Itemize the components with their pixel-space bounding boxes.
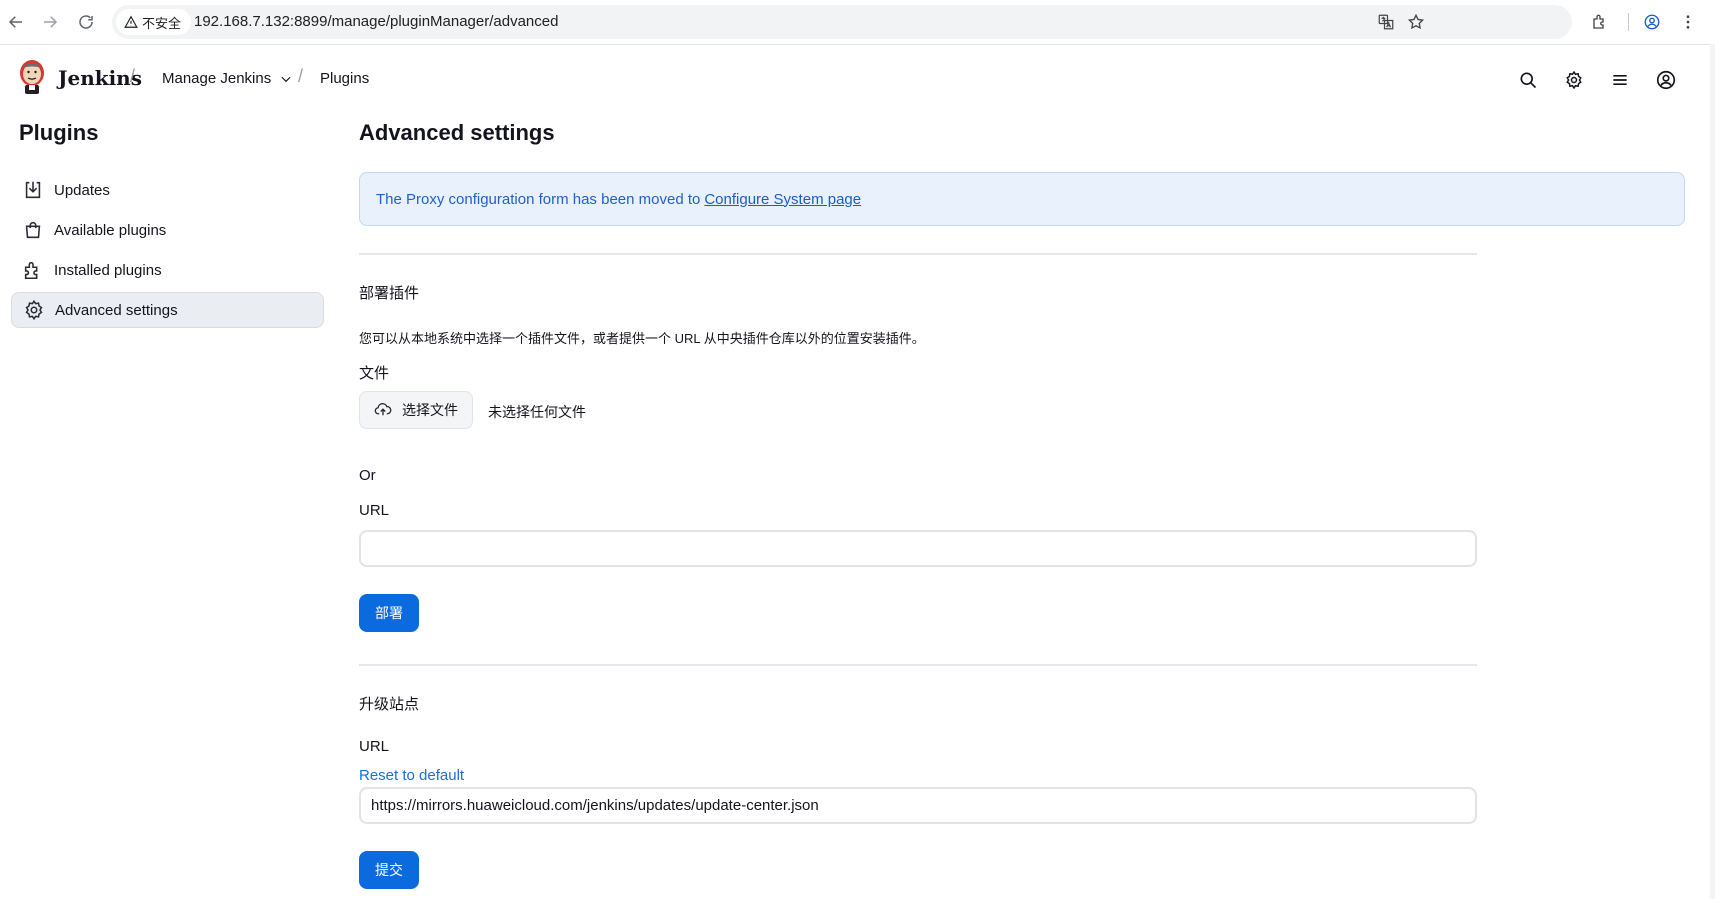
sidebar-item-available-plugins[interactable]: Available plugins: [11, 212, 324, 248]
browser-menu-icon[interactable]: [1676, 10, 1700, 34]
sidebar-title: Plugins: [19, 120, 99, 145]
download-icon: [25, 181, 41, 199]
user-account-icon[interactable]: [1654, 68, 1678, 92]
puzzle-icon: [24, 261, 38, 280]
no-file-selected: 未选择任何文件: [488, 404, 586, 420]
forward-icon[interactable]: [38, 10, 62, 34]
sidebar-item-installed-plugins[interactable]: Installed plugins: [11, 252, 324, 288]
update-site-heading: 升级站点: [359, 696, 420, 713]
breadcrumb-label: Plugins: [320, 70, 370, 87]
update-site-url-label: URL: [359, 738, 390, 755]
page-scrollbar[interactable]: [1710, 44, 1715, 899]
gear-icon[interactable]: [1562, 68, 1586, 92]
jenkins-logo[interactable]: [16, 58, 48, 96]
address-bar[interactable]: 不安全 192.168.7.132:8899/manage/pluginMana…: [112, 5, 1572, 39]
gear-icon: [25, 299, 43, 321]
deploy-url-label: URL: [359, 502, 390, 519]
sidebar-item-label: Available plugins: [54, 221, 167, 239]
reset-to-default-link[interactable]: Reset to default: [359, 767, 464, 784]
section-divider: [359, 664, 1477, 666]
breadcrumb-label: Manage Jenkins: [162, 70, 272, 87]
url-text[interactable]: 192.168.7.132:8899/manage/pluginManager/…: [194, 13, 558, 30]
sidebar-item-label: Updates: [54, 181, 110, 199]
update-site-url-input[interactable]: [359, 787, 1477, 824]
security-chip[interactable]: 不安全: [116, 9, 192, 35]
profile-icon[interactable]: [1640, 10, 1664, 34]
back-icon[interactable]: [4, 10, 28, 34]
extensions-icon[interactable]: [1588, 10, 1612, 34]
breadcrumb-plugins[interactable]: Plugins: [320, 70, 369, 87]
or-label: Or: [359, 467, 376, 484]
file-label: 文件: [359, 365, 390, 382]
deploy-url-input[interactable]: [359, 530, 1477, 567]
bookmark-star-icon[interactable]: [1406, 12, 1426, 32]
reload-icon[interactable]: [74, 10, 98, 34]
sidebar-item-label: Installed plugins: [54, 261, 162, 279]
translate-icon[interactable]: [1376, 12, 1396, 32]
jenkins-header: Jenkins / Manage Jenkins / Plugins: [0, 44, 1715, 114]
deploy-button[interactable]: 部署: [359, 594, 419, 632]
configure-system-link[interactable]: Configure System page: [704, 191, 861, 208]
breadcrumb-separator: /: [130, 66, 136, 86]
chevron-down-icon[interactable]: [279, 72, 293, 86]
menu-icon[interactable]: [1608, 68, 1632, 92]
search-icon[interactable]: [1516, 68, 1540, 92]
proxy-notice: The Proxy configuration form has been mo…: [359, 172, 1685, 226]
notice-text: The Proxy configuration form has been mo…: [376, 190, 701, 208]
shopping-bag-icon: [25, 221, 41, 239]
security-label: 不安全: [142, 15, 182, 31]
browser-toolbar: 不安全 192.168.7.132:8899/manage/pluginMana…: [0, 0, 1715, 45]
choose-file-label: 选择文件: [402, 402, 458, 418]
sidebar-item-advanced-settings[interactable]: Advanced settings: [11, 292, 324, 328]
sidebar-item-updates[interactable]: Updates: [11, 172, 324, 208]
breadcrumb-manage-jenkins[interactable]: Manage Jenkins: [162, 70, 293, 87]
toolbar-divider: [1628, 13, 1629, 31]
submit-button[interactable]: 提交: [359, 851, 419, 889]
breadcrumb-separator: /: [298, 66, 304, 86]
deploy-plugin-heading: 部署插件: [359, 285, 420, 302]
sidebar-item-label: Advanced settings: [55, 301, 178, 319]
section-divider: [359, 253, 1477, 255]
page-title: Advanced settings: [359, 120, 555, 145]
cloud-upload-icon: [374, 403, 392, 416]
warning-icon: [124, 15, 138, 28]
choose-file-button[interactable]: 选择文件: [359, 391, 473, 429]
deploy-description: 您可以从本地系统中选择一个插件文件，或者提供一个 URL 从中央插件仓库以外的位…: [359, 331, 925, 346]
